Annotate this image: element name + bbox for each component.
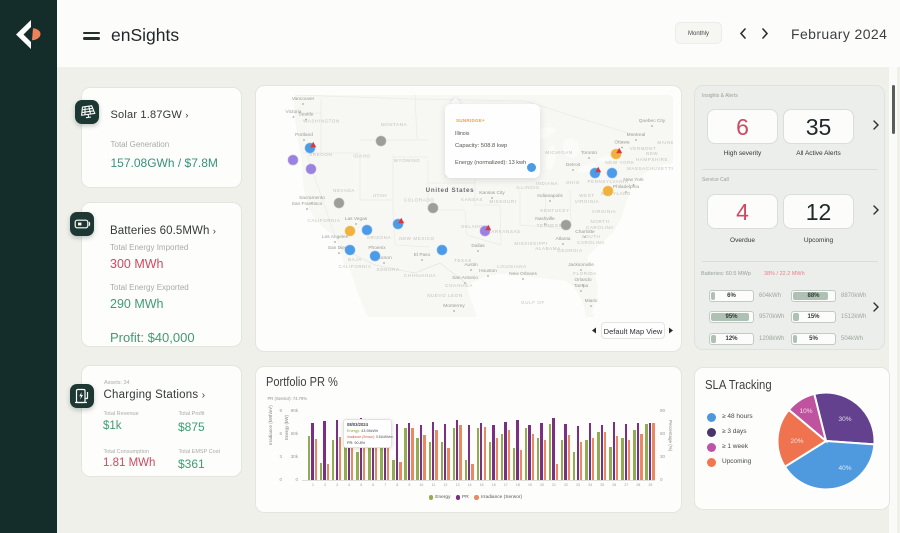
svg-text:WYOMING: WYOMING <box>394 158 421 163</box>
svg-text:NUEVO LEON: NUEVO LEON <box>427 293 463 298</box>
svg-text:VIRGINIA: VIRGINIA <box>592 209 617 214</box>
svg-text:Charlotte: Charlotte <box>575 229 595 235</box>
svg-text:United States: United States <box>426 187 475 194</box>
svg-text:GEORGIA: GEORGIA <box>557 248 582 253</box>
svg-text:Jacksonville: Jacksonville <box>568 262 594 268</box>
svg-text:NEW: NEW <box>646 151 658 156</box>
svg-text:MAINE: MAINE <box>657 140 673 145</box>
svg-text:MASSACHUSETTS: MASSACHUSETTS <box>627 166 673 171</box>
svg-text:FLORIDA: FLORIDA <box>573 271 597 276</box>
svg-text:Indianapolis: Indianapolis <box>537 193 563 199</box>
svg-text:Sacramento: Sacramento <box>299 195 325 201</box>
svg-text:LOUISIANA: LOUISIANA <box>497 264 526 269</box>
svg-text:NORTH: NORTH <box>591 219 610 224</box>
svg-text:Montreal: Montreal <box>627 132 646 138</box>
svg-text:MICHIGAN: MICHIGAN <box>545 150 572 155</box>
svg-text:New Orleans: New Orleans <box>509 271 537 277</box>
svg-text:KANSAS: KANSAS <box>461 197 483 202</box>
svg-text:Philadelphia: Philadelphia <box>613 184 639 190</box>
svg-text:Detroit: Detroit <box>566 162 581 168</box>
svg-text:PENNSYLVANIA: PENNSYLVANIA <box>587 179 628 184</box>
svg-text:KENTUCKY: KENTUCKY <box>540 208 569 213</box>
svg-text:Los Angeles: Los Angeles <box>322 234 349 240</box>
svg-text:Nashville: Nashville <box>535 216 555 222</box>
svg-text:INDIANA: INDIANA <box>536 181 558 186</box>
svg-text:Toronto: Toronto <box>581 150 597 156</box>
svg-text:NEW YORK: NEW YORK <box>605 160 634 165</box>
svg-text:MISSOURI: MISSOURI <box>489 199 516 204</box>
svg-text:UTAH: UTAH <box>373 193 387 198</box>
svg-text:Vancouver: Vancouver <box>292 96 315 102</box>
svg-text:Dallas: Dallas <box>471 243 485 249</box>
svg-text:MONTANA: MONTANA <box>381 122 407 127</box>
svg-text:Austin: Austin <box>464 262 478 268</box>
svg-text:NEW MEXICO: NEW MEXICO <box>399 236 435 241</box>
svg-text:Orlando: Orlando <box>574 277 591 283</box>
svg-text:Houston: Houston <box>479 268 497 274</box>
svg-text:WEST: WEST <box>579 193 594 198</box>
svg-text:Atlanta: Atlanta <box>556 236 571 242</box>
svg-text:COLORADO: COLORADO <box>404 197 435 202</box>
svg-text:CALIFORNIA: CALIFORNIA <box>307 218 340 223</box>
svg-text:IDAHO: IDAHO <box>353 153 370 158</box>
svg-text:NEVADA: NEVADA <box>333 188 355 193</box>
svg-text:El Paso: El Paso <box>414 252 431 258</box>
svg-text:VIRGINIA: VIRGINIA <box>575 199 600 204</box>
svg-text:OHIO: OHIO <box>566 180 580 185</box>
svg-text:Ottawa: Ottawa <box>614 139 630 145</box>
svg-text:SONORA: SONORA <box>376 267 399 272</box>
svg-text:WASHINGTON: WASHINGTON <box>303 118 340 123</box>
svg-text:New York: New York <box>623 177 644 183</box>
svg-text:Phoenix: Phoenix <box>368 245 386 251</box>
svg-text:CALIFORNIA: CALIFORNIA <box>338 264 371 269</box>
svg-text:Tampa: Tampa <box>574 283 589 289</box>
svg-text:ARKANSAS: ARKANSAS <box>491 229 520 234</box>
svg-text:San Antonio: San Antonio <box>452 275 478 281</box>
svg-text:Portland: Portland <box>295 132 313 138</box>
svg-text:GULF OF: GULF OF <box>521 300 545 305</box>
svg-text:CHIHUAHUA: CHIHUAHUA <box>404 273 436 278</box>
svg-text:Quebec City: Quebec City <box>639 118 666 124</box>
svg-text:Kansas City: Kansas City <box>479 190 505 196</box>
svg-text:San Francisco: San Francisco <box>292 201 323 207</box>
svg-text:Las Vegas: Las Vegas <box>345 216 368 222</box>
svg-text:Seattle: Seattle <box>299 111 314 117</box>
svg-text:Monterrey: Monterrey <box>443 303 465 309</box>
svg-text:HAMPSHIRE: HAMPSHIRE <box>636 157 668 162</box>
svg-text:BAJA: BAJA <box>348 257 362 262</box>
svg-text:COAHUILA: COAHUILA <box>445 283 473 288</box>
svg-text:Miami: Miami <box>585 298 598 304</box>
svg-text:CAROLINA: CAROLINA <box>577 240 605 245</box>
svg-text:ARIZONA: ARIZONA <box>367 235 391 240</box>
